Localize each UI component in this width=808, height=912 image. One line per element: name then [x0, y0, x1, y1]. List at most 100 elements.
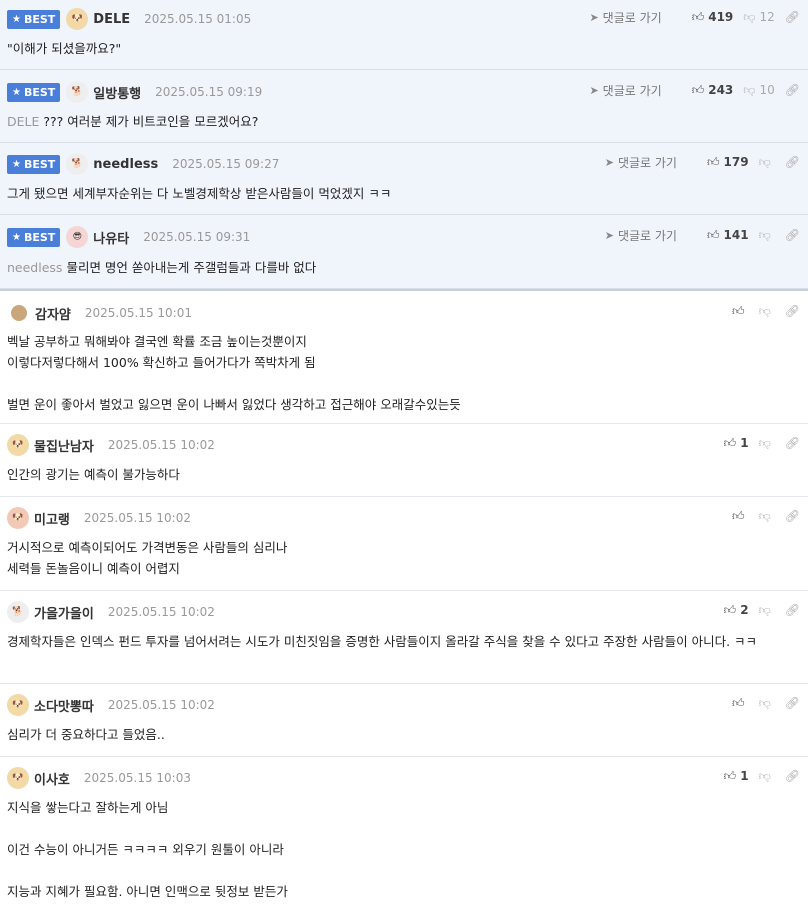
link-button[interactable]: 🔗︎: [785, 83, 800, 97]
link-button[interactable]: 🔗︎: [785, 436, 800, 450]
dislike-button[interactable]: 👎︎: [759, 155, 775, 170]
thumbs-down-icon: 👎︎: [758, 602, 771, 617]
best-badge: ★ BEST: [7, 82, 61, 102]
link-icon: 🔗︎: [784, 228, 800, 242]
like-button[interactable]: 👍︎: [732, 509, 749, 524]
like-button[interactable]: 👍︎ 1: [724, 436, 749, 451]
nickname[interactable]: 나유타: [93, 228, 129, 247]
go-to-reply-link[interactable]: ➤ 댓글로 가기: [589, 9, 661, 26]
nickname[interactable]: 가을가을이: [34, 603, 94, 622]
go-to-reply-link[interactable]: ➤ 댓글로 가기: [589, 82, 661, 99]
comment: 🐶 이사호 2025.05.15 10:03 👍︎ 1 👎︎ 🔗︎ 지식을 쌓는다…: [0, 757, 808, 909]
comment-date: 2025.05.15 09:19: [155, 85, 263, 99]
avatar[interactable]: 🐕: [7, 601, 29, 623]
link-button[interactable]: 🔗︎: [785, 304, 800, 318]
nickname[interactable]: 일방통행: [93, 83, 141, 102]
thumbs-down-icon: 👎︎: [758, 303, 771, 318]
comment-text: needless 물리면 명언 쏟아내는게 주갤럼들과 다를바 없다: [7, 260, 317, 275]
link-button[interactable]: 🔗︎: [785, 228, 800, 242]
dislike-button[interactable]: 👎︎: [759, 769, 775, 784]
link-button[interactable]: 🔗︎: [785, 155, 800, 169]
mention[interactable]: needless: [7, 260, 62, 275]
link-icon: 🔗︎: [784, 10, 800, 24]
link-button[interactable]: 🔗︎: [785, 769, 800, 783]
thumbs-up-icon: 👍︎: [723, 602, 737, 617]
nickname[interactable]: needless: [93, 157, 158, 172]
best-comment: ★ BEST 🐶 DELE 2025.05.15 01:05 ➤ 댓글로 가기 👍︎…: [0, 0, 808, 70]
nickname[interactable]: 이사호: [34, 769, 70, 788]
dislike-button[interactable]: 👎︎: [759, 603, 775, 618]
link-button[interactable]: 🔗︎: [785, 696, 800, 710]
dislike-button[interactable]: 👎︎: [759, 696, 775, 711]
link-button[interactable]: 🔗︎: [785, 509, 800, 523]
dislike-button[interactable]: 👎︎: [759, 509, 775, 524]
like-button[interactable]: 👍︎: [732, 696, 749, 711]
link-icon: 🔗︎: [784, 155, 800, 169]
thumbs-up-icon: 👍︎: [723, 435, 737, 450]
comment-date: 2025.05.15 10:02: [83, 511, 191, 525]
link-icon: 🔗︎: [784, 83, 800, 97]
thumbs-down-icon: 👎︎: [758, 768, 771, 783]
comment-text: 심리가 더 중요하다고 들었음..: [7, 727, 165, 742]
go-to-reply-link[interactable]: ➤ 댓글로 가기: [605, 227, 677, 244]
nickname[interactable]: 물집난남자: [34, 436, 94, 455]
avatar[interactable]: 🐕: [66, 153, 89, 175]
arrow-icon: ➤: [589, 83, 599, 97]
comment: 🐶 소다맛뽕따 2025.05.15 10:02 👍︎ 👎︎ 🔗︎ 심리가 더 …: [0, 684, 808, 757]
comment-date: 2025.05.15 10:03: [83, 771, 191, 785]
comment-date: 2025.05.15 10:02: [107, 438, 215, 452]
thumbs-up-icon: 👍︎: [732, 508, 745, 523]
comment-text: "이해가 되셨을까요?": [7, 41, 122, 56]
like-button[interactable]: 👍︎ 141: [707, 228, 749, 243]
dislike-button[interactable]: 👎︎: [759, 228, 775, 243]
avatar[interactable]: 😎: [66, 226, 89, 248]
comment-date: 2025.05.15 10:01: [84, 306, 192, 320]
like-button[interactable]: 👍︎ 179: [707, 155, 749, 170]
comment-text: 지식을 쌓는다고 잘하는게 아님 이건 수능이 아니거든 ㅋㅋㅋㅋ 외우기 원툴…: [7, 800, 288, 899]
go-to-reply-link[interactable]: ➤ 댓글로 가기: [605, 154, 677, 171]
thumbs-down-icon: 👎︎: [743, 9, 756, 24]
avatar[interactable]: 🐶: [7, 507, 29, 529]
mention[interactable]: DELE: [7, 114, 39, 129]
comment-text: 인간의 광기는 예측이 불가능하다: [7, 467, 180, 482]
thumbs-down-icon: 👎︎: [743, 82, 756, 97]
avatar[interactable]: 🐶: [7, 767, 29, 789]
star-icon: ★: [12, 13, 21, 25]
avatar[interactable]: [11, 305, 27, 321]
comment-date: 2025.05.15 09:27: [172, 157, 280, 171]
link-button[interactable]: 🔗︎: [785, 603, 800, 617]
thumbs-down-icon: 👎︎: [758, 508, 771, 523]
avatar[interactable]: 🐶: [7, 434, 29, 456]
link-button[interactable]: 🔗︎: [785, 10, 800, 24]
like-button[interactable]: 👍︎ 419: [692, 10, 734, 25]
avatar[interactable]: 🐶: [7, 694, 29, 716]
thumbs-down-icon: 👎︎: [758, 435, 771, 450]
like-button[interactable]: 👍︎ 1: [724, 769, 749, 784]
thumbs-up-icon: 👍︎: [723, 768, 737, 783]
thumbs-up-icon: 👍︎: [691, 82, 705, 97]
nickname[interactable]: 소다맛뽕따: [34, 696, 94, 715]
comment-list: ★ BEST 🐶 DELE 2025.05.15 01:05 ➤ 댓글로 가기 👍︎…: [0, 0, 808, 909]
avatar[interactable]: 🐕: [66, 81, 89, 103]
best-comment: ★ BEST 🐕 needless 2025.05.15 09:27 ➤ 댓글로 가…: [0, 143, 808, 215]
thumbs-up-icon: 👍︎: [732, 303, 745, 318]
like-button[interactable]: 👍︎ 243: [692, 83, 734, 98]
like-button[interactable]: 👍︎: [732, 304, 749, 319]
comment-text: 그게 됐으면 세계부자순위는 다 노벨경제학상 받은사람들이 먹었겠지 ㅋㅋ: [7, 186, 392, 201]
best-comment: ★ BEST 😎 나유타 2025.05.15 09:31 ➤ 댓글로 가기 👍︎ 1…: [0, 215, 808, 289]
dislike-button[interactable]: 👎︎: [759, 436, 775, 451]
comment-text: DELE??? 여러분 제가 비트코인을 모르겠어요?: [7, 114, 259, 129]
dislike-button[interactable]: 👎︎: [759, 304, 775, 319]
comment-date: 2025.05.15 10:02: [107, 698, 215, 712]
dislike-button[interactable]: 👎︎ 10: [743, 83, 774, 98]
best-comment: ★ BEST 🐕 일방통행 2025.05.15 09:19 ➤ 댓글로 가기 👍︎…: [0, 70, 808, 143]
avatar[interactable]: 🐶: [66, 8, 89, 30]
thumbs-down-icon: 👎︎: [758, 227, 771, 242]
arrow-icon: ➤: [604, 228, 614, 242]
dislike-button[interactable]: 👎︎ 12: [743, 10, 774, 25]
like-button[interactable]: 👍︎ 2: [724, 603, 749, 618]
nickname[interactable]: DELE: [93, 12, 130, 27]
arrow-icon: ➤: [604, 155, 614, 169]
nickname[interactable]: 미고랭: [34, 509, 70, 528]
nickname[interactable]: 감자얌: [35, 304, 71, 323]
